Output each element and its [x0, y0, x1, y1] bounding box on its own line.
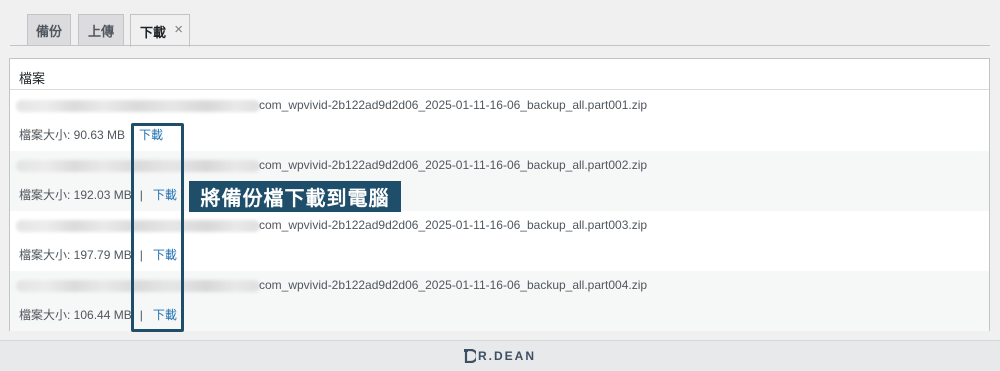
file-size: 檔案大小: 192.03 MB	[19, 188, 132, 202]
file-name: com_wpvivid-2b122ad9d2d06_2025-01-11-16-…	[259, 158, 648, 172]
tab-label: 上傳	[87, 24, 114, 39]
file-name: com_wpvivid-2b122ad9d2d06_2025-01-11-16-…	[259, 98, 648, 112]
tab-label: 下載	[139, 24, 166, 40]
tab-upload[interactable]: 上傳	[78, 14, 124, 46]
file-name: com_wpvivid-2b122ad9d2d06_2025-01-11-16-…	[259, 278, 648, 292]
dr-dean-logo-icon	[463, 349, 476, 363]
tab-download[interactable]: 下載 ×	[130, 14, 190, 47]
brand-text: R.DEAN	[477, 349, 536, 363]
tab-bar: 備份 上傳 下載 ×	[0, 0, 1000, 47]
file-size: 檔案大小: 106.44 MB	[19, 308, 132, 322]
tab-label: 備份	[35, 24, 62, 39]
file-size: 檔案大小: 90.63 MB	[19, 128, 126, 142]
footer: R.DEAN	[0, 340, 1000, 371]
file-name: com_wpvivid-2b122ad9d2d06_2025-01-11-16-…	[259, 218, 648, 232]
annotation-highlight-box	[131, 123, 184, 332]
file-size: 檔案大小: 197.79 MB	[19, 248, 132, 262]
brand-logo: R.DEAN	[463, 349, 536, 363]
redacted-path	[16, 100, 260, 112]
annotation-callout: 將備份檔下載到電腦	[189, 181, 401, 212]
panel-header: 檔案	[10, 59, 989, 90]
tab-backup[interactable]: 備份	[27, 14, 71, 46]
tab-divider	[10, 45, 990, 46]
close-icon[interactable]: ×	[174, 21, 183, 38]
